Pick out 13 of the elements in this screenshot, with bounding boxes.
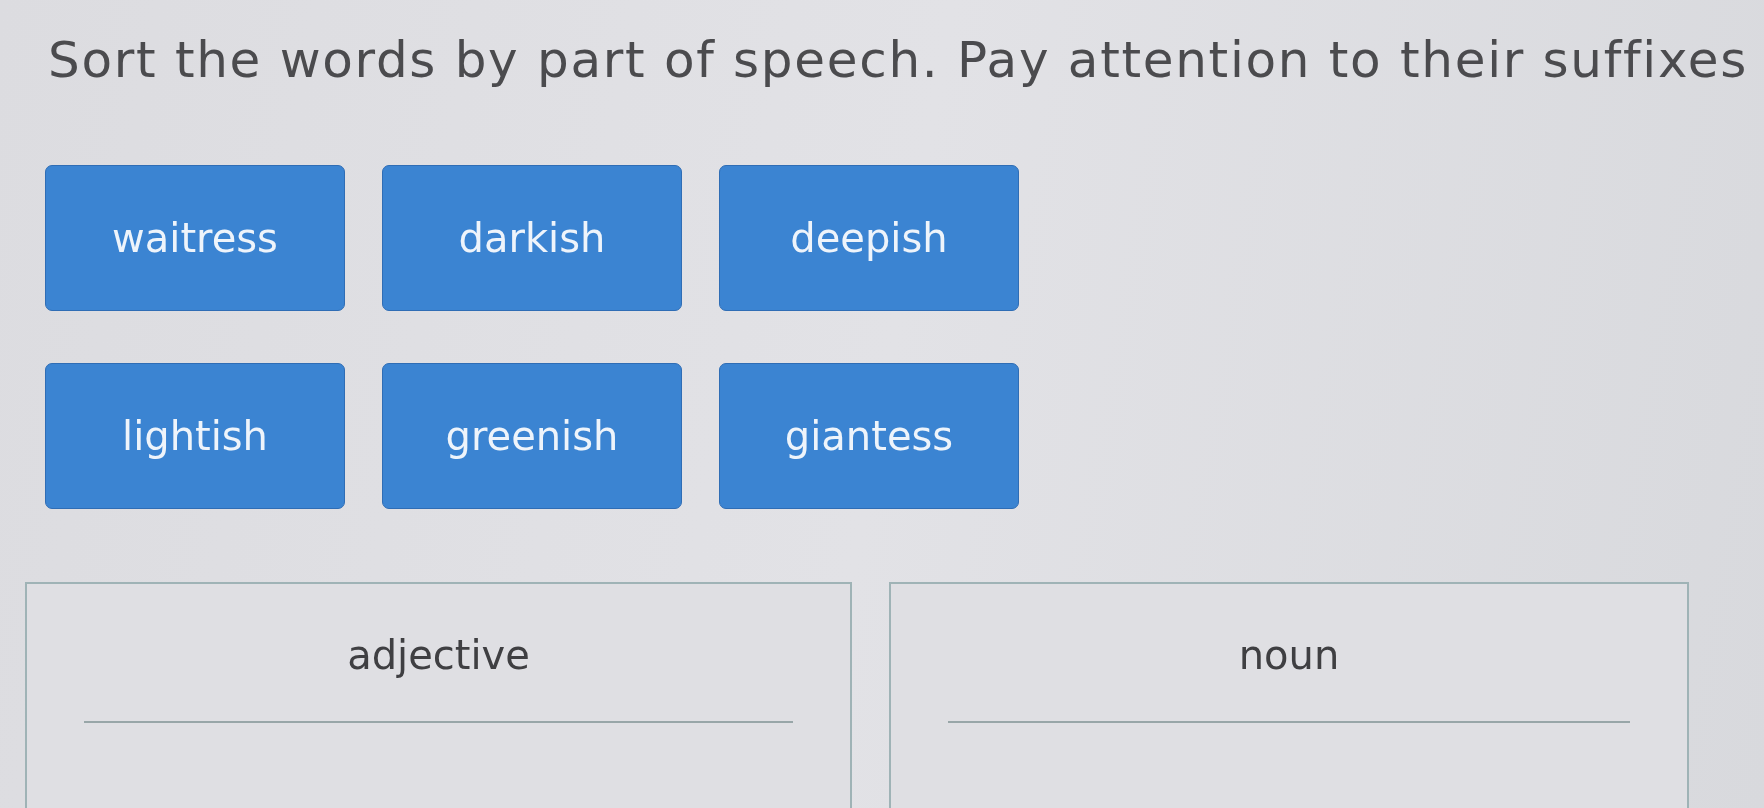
word-tile[interactable]: lightish — [45, 363, 345, 509]
fill-in-line[interactable] — [948, 721, 1630, 723]
word-tile[interactable]: darkish — [382, 165, 682, 311]
instruction-text: Sort the words by part of speech. Pay attention to their suffixes — [48, 30, 1748, 90]
word-tile[interactable]: waitress — [45, 165, 345, 311]
category-label: adjective — [347, 631, 530, 679]
drop-zone[interactable]: adjective — [25, 582, 852, 808]
category-label: noun — [1238, 631, 1340, 679]
word-tile[interactable]: deepish — [719, 165, 1019, 311]
word-tile[interactable]: giantess — [719, 363, 1019, 509]
fill-in-line[interactable] — [84, 721, 793, 723]
drop-zone[interactable]: noun — [889, 582, 1689, 808]
word-tile[interactable]: greenish — [382, 363, 682, 509]
